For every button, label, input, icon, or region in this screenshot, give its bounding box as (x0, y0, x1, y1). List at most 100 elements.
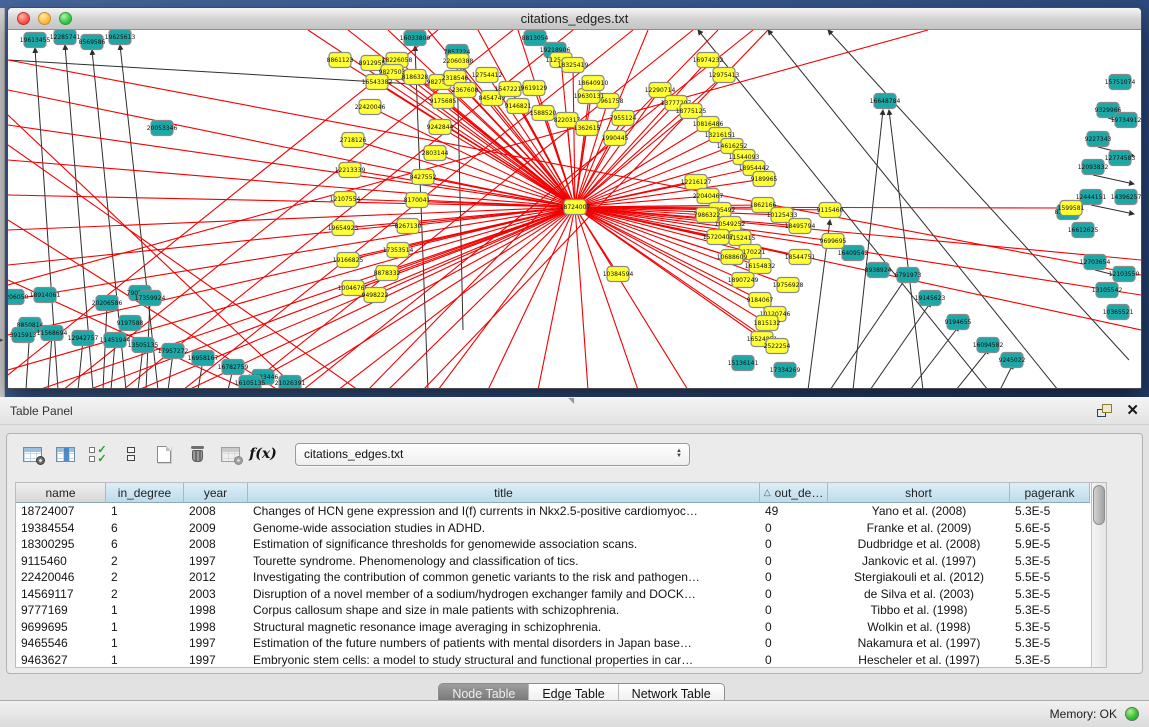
graph-node-12285741[interactable]: 12285741 (50, 30, 81, 45)
cell-in_degree[interactable]: 1 (106, 503, 184, 520)
graph-node-2367608[interactable]: 2367608 (452, 83, 479, 98)
scrollbar-thumb[interactable] (1093, 485, 1105, 525)
graph-node-8861123[interactable]: 8861123 (327, 53, 354, 68)
cell-year[interactable]: 1997 (184, 553, 248, 570)
graph-node-17359924[interactable]: 17359924 (135, 291, 166, 306)
cell-out_de[interactable]: 0 (760, 569, 828, 586)
cell-title[interactable]: Genome-wide association studies in ADHD. (248, 520, 760, 537)
cell-name[interactable]: 9115460 (16, 553, 106, 570)
graph-node-19625613[interactable]: 19625613 (105, 30, 136, 45)
graph-node-10688609[interactable]: 10688609 (717, 250, 748, 265)
cell-short[interactable]: Wolkin et al. (1998) (828, 619, 1010, 636)
cell-in_degree[interactable]: 2 (106, 569, 184, 586)
graph-node-19145623[interactable]: 19145623 (915, 291, 946, 306)
cell-pagerank[interactable]: 5.3E-5 (1010, 602, 1090, 619)
cell-short[interactable]: Hescheler et al. (1997) (828, 652, 1010, 669)
graph-node-16033809[interactable]: 16033809 (400, 31, 431, 46)
delete-entries-button[interactable] (182, 440, 212, 468)
graph-node-20206586[interactable]: 20206586 (92, 296, 123, 311)
cell-pagerank[interactable]: 5.3E-5 (1010, 503, 1090, 520)
graph-node-7986322[interactable]: 7986322 (694, 208, 721, 223)
table-row[interactable]: 1830029562008Estimation of significance … (16, 536, 1106, 553)
graph-node-9184067[interactable]: 9184067 (747, 293, 774, 308)
graph-node-12754412[interactable]: 12754412 (472, 68, 503, 83)
cell-in_degree[interactable]: 6 (106, 536, 184, 553)
cell-short[interactable]: Dudbridge et al. (2008) (828, 536, 1010, 553)
cell-in_degree[interactable]: 2 (106, 586, 184, 603)
citation-network-graph[interactable]: 18724007 1961345512285741856958619625613 1… (8, 30, 1141, 389)
graph-node-9197588[interactable]: 9197588 (117, 316, 144, 331)
cell-title[interactable]: Embryonic stem cells: a model to study s… (248, 652, 760, 669)
table-panel-header[interactable]: ◥ Table Panel ✕ (0, 397, 1149, 425)
cell-name[interactable]: 18724007 (16, 503, 106, 520)
cell-year[interactable]: 2012 (184, 569, 248, 586)
graph-node-8569586[interactable]: 8569586 (79, 35, 106, 50)
cell-short[interactable]: Tibbo et al. (1998) (828, 602, 1010, 619)
graph-node-16612625[interactable]: 16612625 (1068, 223, 1099, 238)
cell-title[interactable]: Disruption of a novel member of a sodium… (248, 586, 760, 603)
close-window-button[interactable] (17, 12, 30, 25)
table-row[interactable]: 1938455462009Genome-wide association stu… (16, 520, 1106, 537)
cell-name[interactable]: 9777169 (16, 602, 106, 619)
graph-node-16543382[interactable]: 16543382 (362, 75, 393, 90)
graph-node-9146821[interactable]: 9146821 (505, 99, 532, 114)
network-graph-canvas[interactable]: 18724007 1961345512285741856958619625613 1… (8, 30, 1141, 389)
cell-pagerank[interactable]: 5.5E-5 (1010, 569, 1090, 586)
graph-node-18907249[interactable]: 18907249 (728, 273, 759, 288)
graph-node-19613455[interactable]: 19613455 (20, 33, 51, 48)
cell-out_de[interactable]: 0 (760, 635, 828, 652)
graph-node-8938924[interactable]: 8938924 (865, 263, 892, 278)
cell-short[interactable]: Jankovic et al. (1997) (828, 553, 1010, 570)
graph-node-21026391[interactable]: 21026391 (275, 376, 306, 390)
cell-title[interactable]: Tourette syndrome. Phenomenology and cla… (248, 553, 760, 570)
graph-node-19654923[interactable]: 19654923 (328, 221, 359, 236)
graph-node-9189965[interactable]: 9189965 (751, 172, 778, 187)
graph-node-2522254[interactable]: 2522254 (764, 339, 791, 354)
graph-node-6791973[interactable]: 6791973 (895, 268, 922, 283)
graph-node-22060388[interactable]: 22060388 (443, 54, 474, 69)
graph-node-12703654[interactable]: 12703654 (1080, 255, 1111, 270)
column-header-in_degree[interactable]: in_degree (106, 483, 184, 503)
cell-name[interactable]: 9699695 (16, 619, 106, 636)
cell-name[interactable]: 19384554 (16, 520, 106, 537)
table-row[interactable]: 946554611997Estimation of the future num… (16, 635, 1106, 652)
graph-node-9619129[interactable]: 9619129 (521, 81, 548, 96)
graph-node-7955124[interactable]: 7955124 (610, 111, 637, 126)
graph-node-15136141[interactable]: 15136141 (728, 356, 759, 371)
graph-node-14396257[interactable]: 14396257 (1111, 190, 1141, 205)
table-row[interactable]: 1456911722003Disruption of a novel membe… (16, 586, 1106, 603)
graph-node-18724007[interactable]: 18724007 (560, 200, 591, 215)
cell-title[interactable]: Investigating the contribution of common… (248, 569, 760, 586)
column-header-year[interactable]: year (184, 483, 248, 503)
graph-node-10384594[interactable]: 10384594 (603, 267, 634, 282)
graph-node-12107554[interactable]: 12107554 (330, 192, 361, 207)
network-window[interactable]: citations_edges.txt 18724007 196134551228… (7, 7, 1142, 389)
graph-node-9227343[interactable]: 9227343 (1085, 132, 1112, 147)
column-header-short[interactable]: short (828, 483, 1010, 503)
graph-node-11451944[interactable]: 11451944 (100, 333, 131, 348)
cell-pagerank[interactable]: 5.3E-5 (1010, 619, 1090, 636)
cell-in_degree[interactable]: 1 (106, 619, 184, 636)
graph-node-11568694[interactable]: 11568694 (37, 326, 68, 341)
cell-year[interactable]: 2008 (184, 503, 248, 520)
graph-node-1588520[interactable]: 1588520 (530, 106, 557, 121)
table-row[interactable]: 977716911998Corpus callosum shape and si… (16, 602, 1106, 619)
graph-node-12216127[interactable]: 12216127 (681, 175, 712, 190)
cell-title[interactable]: Changes of HCN gene expression and I(f) … (248, 503, 760, 520)
graph-node-9699695[interactable]: 9699695 (820, 234, 847, 249)
graph-node-12975413[interactable]: 12975413 (709, 68, 740, 83)
graph-node-8267130[interactable]: 8267130 (395, 219, 422, 234)
cell-name[interactable]: 14569117 (16, 586, 106, 603)
graph-node-16094582[interactable]: 16094582 (973, 338, 1004, 353)
vertical-scrollbar[interactable] (1091, 483, 1106, 667)
network-window-titlebar[interactable]: citations_edges.txt (8, 8, 1141, 30)
delete-table-button[interactable] (215, 440, 245, 468)
graph-node-1362615[interactable]: 1362615 (574, 121, 601, 136)
cell-short[interactable]: Franke et al. (2009) (828, 520, 1010, 537)
cell-year[interactable]: 2009 (184, 520, 248, 537)
graph-node-9175685[interactable]: 9175685 (430, 94, 457, 109)
panel-collapse-arrow[interactable]: ▸ (0, 336, 4, 344)
graph-node-15751074[interactable]: 15751074 (1105, 75, 1136, 90)
cell-out_de[interactable]: 0 (760, 652, 828, 669)
graph-node-22420046[interactable]: 22420046 (355, 100, 386, 115)
